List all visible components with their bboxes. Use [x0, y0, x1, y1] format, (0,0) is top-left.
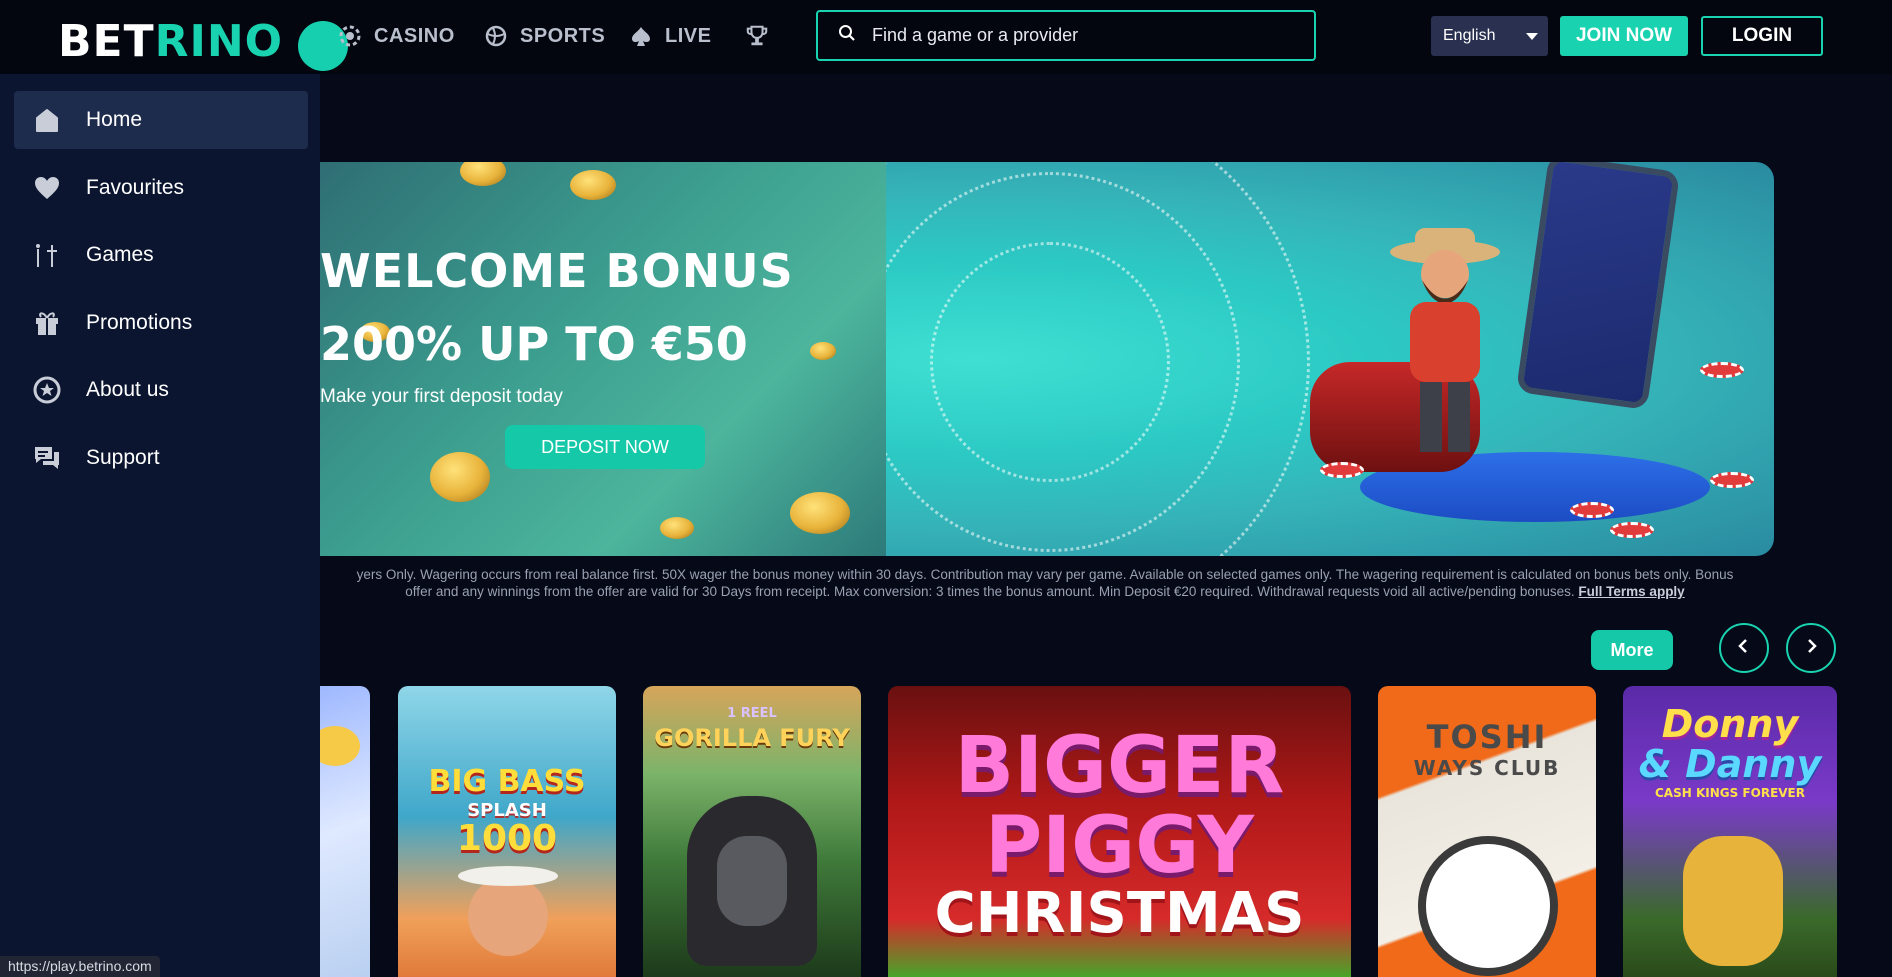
nav-tournaments[interactable]: [745, 20, 781, 52]
top-bar: BETRINO CASINO SPORTS LIVE Find a game o…: [0, 0, 1892, 74]
search-icon: [838, 24, 856, 47]
game-title-line: CHRISTMAS: [934, 881, 1305, 946]
coin-decor: [430, 452, 490, 502]
coin-decor: [790, 492, 850, 534]
join-now-button[interactable]: JOIN NOW: [1560, 16, 1688, 56]
game-title-line: WAYS CLUB: [1413, 756, 1561, 780]
login-button[interactable]: LOGIN: [1701, 16, 1823, 56]
ball-icon: [484, 24, 508, 48]
chip-decor: [1710, 472, 1754, 488]
heart-icon: [32, 173, 62, 203]
game-tile[interactable]: 1 REEL GORILLA FURY: [643, 686, 861, 977]
game-title-line: BIGGER: [954, 721, 1285, 811]
carousel-prev-button[interactable]: [1719, 623, 1769, 673]
coin-decor: [460, 162, 506, 186]
game-tile[interactable]: BIG BASS SPLASH 1000: [398, 686, 616, 977]
game-title-line: Donny: [1661, 702, 1799, 746]
language-select[interactable]: English: [1431, 16, 1548, 56]
page: BETRINO CASINO SPORTS LIVE Find a game o…: [0, 0, 1892, 977]
banner-tagline: Make your first deposit today: [320, 386, 563, 407]
game-title-line: GORILLA FURY: [654, 724, 850, 752]
search-box[interactable]: [816, 10, 1316, 61]
welcome-bonus-banner[interactable]: WELCOME BONUS 200% UP TO €50 Make your f…: [320, 162, 1774, 556]
sidebar-item-favourites[interactable]: Favourites: [14, 159, 308, 217]
sidebar-item-label: About us: [86, 378, 169, 401]
sidebar-item-label: Support: [86, 446, 160, 469]
betrino-logo[interactable]: BETRINO: [58, 18, 283, 66]
game-art: [468, 876, 548, 956]
carousel-next-button[interactable]: [1786, 623, 1836, 673]
coin-decor: [660, 517, 694, 539]
logo-text-accent: RINO: [154, 16, 284, 67]
cowboy-illustration: [1390, 228, 1500, 452]
status-url: https://play.betrino.com: [0, 956, 160, 977]
trophy-icon: [745, 24, 769, 48]
home-icon: [32, 105, 62, 135]
sidebar-item-games[interactable]: Games: [14, 226, 308, 284]
nav-live-label: LIVE: [665, 24, 712, 47]
game-title-line: & Danny: [1638, 742, 1822, 786]
chip-decor: [1610, 522, 1654, 538]
nav-sports-label: SPORTS: [520, 24, 606, 47]
banner-subtitle: 200% UP TO €50: [320, 317, 748, 371]
sidebar-item-label: Games: [86, 243, 154, 266]
nav-live[interactable]: LIVE: [629, 20, 711, 52]
sidebar-item-support[interactable]: Support: [14, 429, 308, 487]
sidebar-item-label: Home: [86, 108, 143, 131]
more-button[interactable]: More: [1591, 630, 1673, 670]
chat-icon: [32, 443, 62, 473]
bonus-terms-text: yers Only. Wagering occurs from real bal…: [310, 566, 1780, 600]
game-title-line: 1000: [456, 818, 558, 859]
slot-phone-illustration: [1515, 162, 1681, 411]
sidebar: Home Favourites Games Promotions About u…: [0, 74, 320, 977]
sidebar-item-label: Promotions: [86, 311, 193, 334]
game-art: [1418, 836, 1558, 976]
chip-decor: [1700, 362, 1744, 378]
logo-text-main: BET: [58, 16, 155, 67]
game-title-line: PIGGY: [984, 801, 1254, 891]
banner-promo-panel: WELCOME BONUS 200% UP TO €50 Make your f…: [320, 162, 886, 556]
nav-casino[interactable]: CASINO: [338, 20, 455, 52]
chip-decor: [1570, 502, 1614, 518]
chevron-down-icon: [1526, 33, 1538, 40]
sidebar-item-about-us[interactable]: About us: [14, 361, 308, 419]
game-badge: 1 REEL: [727, 706, 777, 721]
game-art: [1683, 836, 1783, 966]
game-art: [458, 866, 558, 886]
star-badge-icon: [32, 375, 62, 405]
decor-ring: [930, 242, 1170, 482]
sidebar-item-label: Favourites: [86, 176, 185, 199]
game-tile[interactable]: BIGGER PIGGY CHRISTMAS: [888, 686, 1351, 977]
chevron-left-icon: [1736, 638, 1752, 659]
game-art: [717, 836, 787, 926]
sidebar-item-home[interactable]: Home: [14, 91, 308, 149]
terms-line-2: offer and any winnings from the offer ar…: [405, 584, 1575, 599]
chip-icon: [338, 24, 362, 48]
chevron-right-icon: [1803, 638, 1819, 659]
terms-line-1: yers Only. Wagering occurs from real bal…: [356, 567, 1734, 582]
game-tile[interactable]: TOSHI WAYS CLUB: [1378, 686, 1596, 977]
nav-casino-label: CASINO: [374, 24, 455, 47]
game-title-line: BIG BASS: [428, 764, 586, 799]
full-terms-link[interactable]: Full Terms apply: [1578, 584, 1684, 599]
language-value: English: [1443, 27, 1496, 44]
coin-decor: [570, 170, 616, 200]
game-title-line: TOSHI: [1426, 718, 1548, 756]
chip-decor: [1320, 462, 1364, 478]
sidebar-item-promotions[interactable]: Promotions: [14, 294, 308, 352]
games-icon: [32, 240, 62, 270]
spade-icon: [629, 24, 653, 48]
nav-sports[interactable]: SPORTS: [484, 20, 605, 52]
game-tile[interactable]: Donny & Danny CASH KINGS FOREVER: [1623, 686, 1837, 977]
search-input[interactable]: [872, 25, 1272, 46]
deposit-now-button[interactable]: DEPOSIT NOW: [505, 425, 705, 469]
gift-icon: [32, 308, 62, 338]
game-title-line: CASH KINGS FOREVER: [1655, 786, 1805, 800]
banner-title: WELCOME BONUS: [320, 244, 794, 298]
